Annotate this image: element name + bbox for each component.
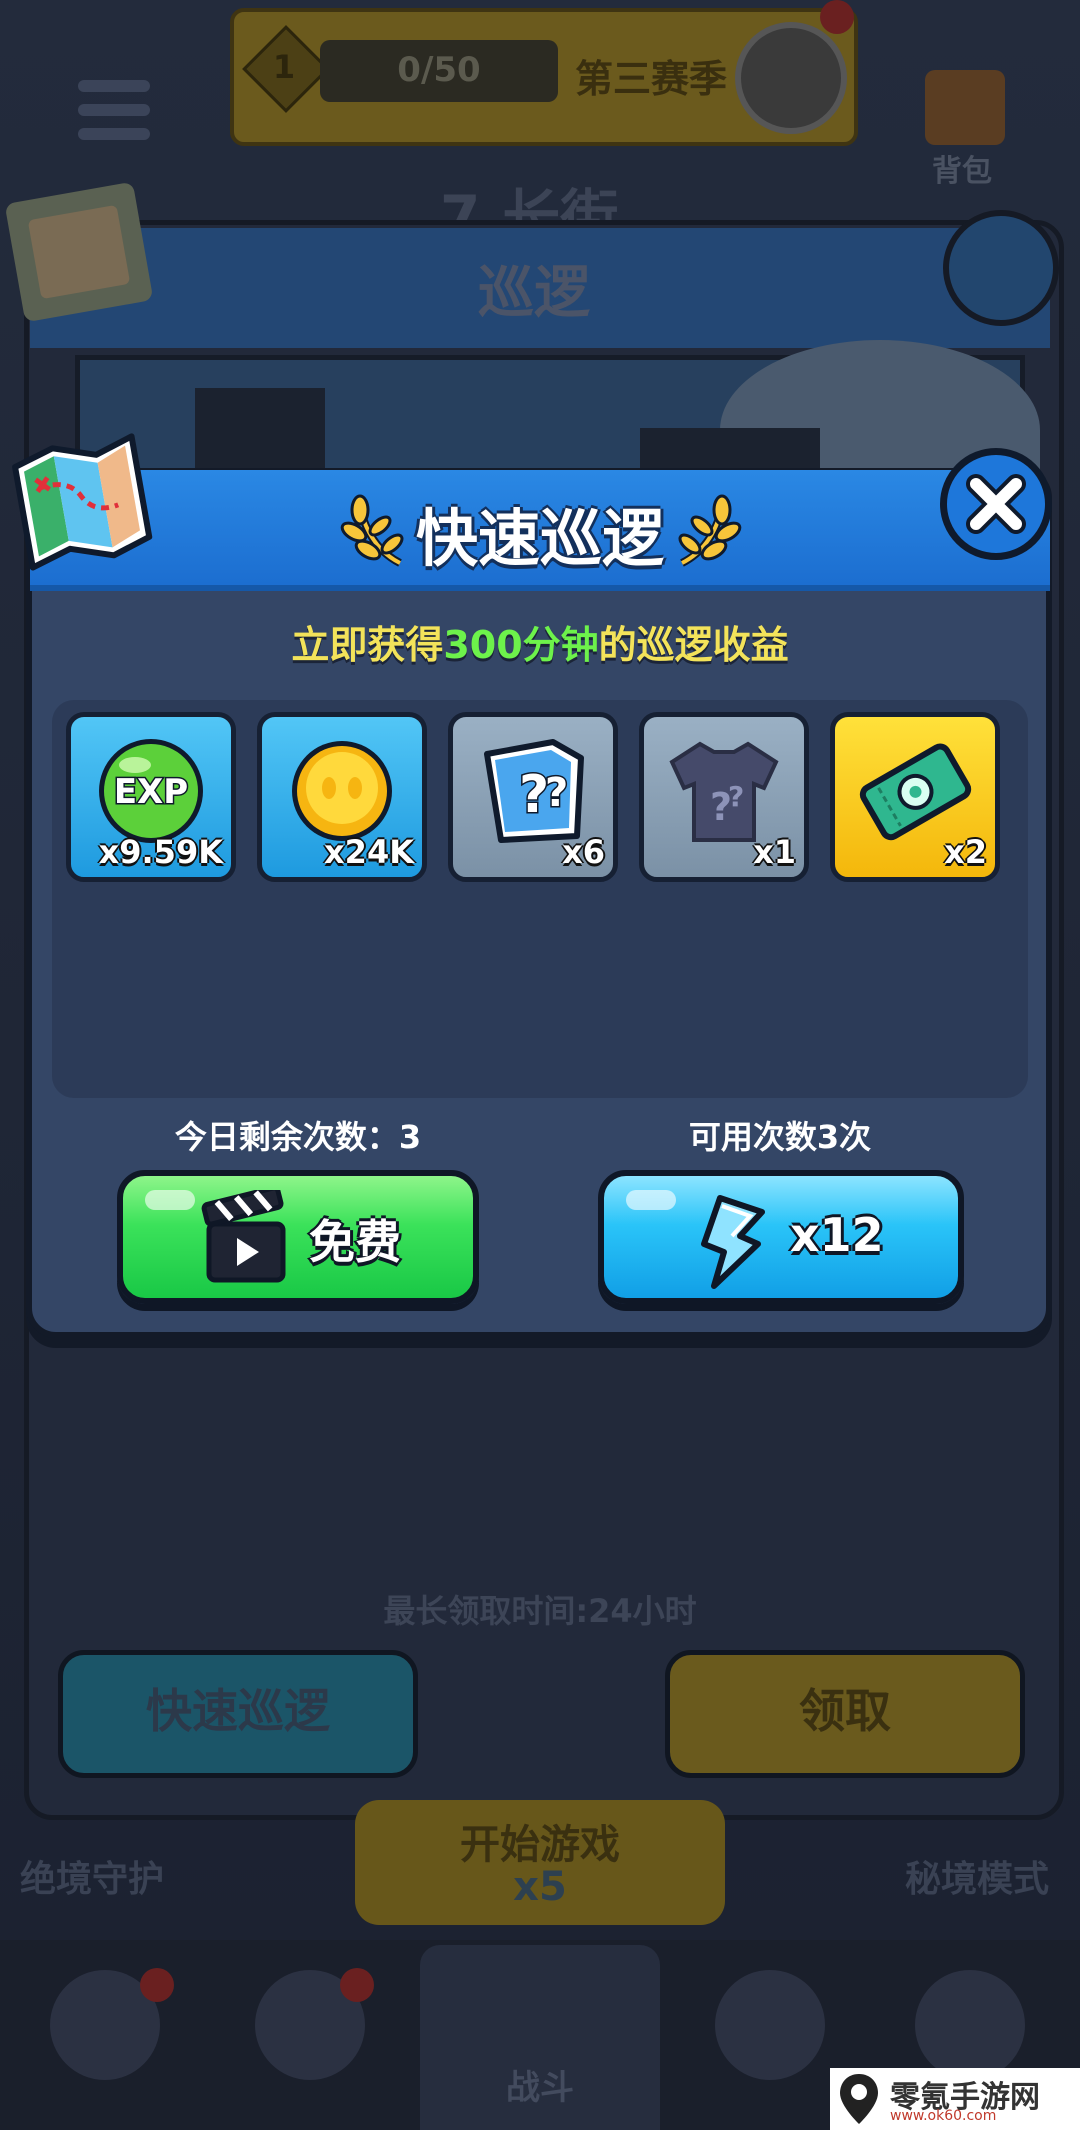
subtitle-suffix: 的巡逻收益 (598, 623, 789, 667)
reward-card-armor[interactable]: ? ? x1 (639, 712, 809, 882)
reward-qty: x1 (753, 833, 796, 871)
notification-dot-icon (820, 0, 854, 34)
remaining-today-text: 今日剩余次数：3 (174, 1118, 422, 1156)
reward-card-coin[interactable]: x24K (257, 712, 427, 882)
season-progress-text: 0/50 (397, 50, 481, 90)
patrol-panel-title: 巡逻 (478, 261, 590, 326)
season-label: 第三赛季 (575, 57, 728, 101)
energy-button-label: x12 (790, 1208, 884, 1262)
button-shine (145, 1190, 195, 1210)
bag-icon[interactable] (925, 70, 1005, 145)
max-claim-time: 最长领取时间:24小时 (383, 1592, 697, 1630)
reward-card-exp[interactable]: EXP x9.59K (66, 712, 236, 882)
reward-card-map[interactable]: ? ? x6 (448, 712, 618, 882)
free-button-label: 免费 (309, 1215, 401, 1269)
available-count-text: 可用次数3次 (688, 1118, 872, 1156)
video-clapper-icon (201, 1190, 286, 1283)
ticket-icon (859, 743, 972, 840)
mystery-map-icon: ? ? (484, 738, 584, 843)
bag-label: 背包 (932, 154, 992, 189)
svg-text:?: ? (728, 780, 744, 813)
reward-qty: x2 (944, 833, 987, 871)
button-shine (626, 1190, 676, 1210)
close-button[interactable] (940, 448, 1052, 560)
quick-patrol-button[interactable]: 快速巡逻 (58, 1650, 418, 1778)
nav-more-icon[interactable] (915, 1970, 1025, 2080)
map-icon-dim (4, 181, 154, 323)
subtitle-prefix: 立即获得 (291, 623, 444, 667)
nav-guild-icon[interactable] (715, 1970, 825, 2080)
treasure-map-icon (12, 433, 153, 571)
claim-label: 领取 (799, 1684, 891, 1738)
nav-battle-label: 战斗 (506, 2068, 574, 2108)
start-game-cost: x5 (513, 1864, 567, 1910)
svg-text:?: ? (545, 770, 568, 816)
level-number: 1 (272, 48, 296, 86)
energy-button[interactable]: x12 (598, 1170, 964, 1304)
reward-card-ticket[interactable]: x2 (830, 712, 1000, 882)
notification-dot-icon (340, 1968, 374, 2002)
reward-qty: x9.59K (98, 833, 223, 871)
reward-qty: x6 (562, 833, 605, 871)
dialog-subtitle: 立即获得300分钟的巡逻收益 (0, 614, 1080, 669)
mode-left-label[interactable]: 绝境守护 (20, 1850, 164, 1902)
mystery-armor-icon: ? ? (669, 741, 779, 842)
svg-text:EXP: EXP (114, 772, 188, 812)
watermark-url: www.ok60.com (890, 2108, 997, 2124)
season-badge-icon[interactable] (735, 22, 847, 134)
gold-coin-icon (292, 740, 392, 841)
laurel-right-icon (678, 494, 742, 567)
patrol-close-button[interactable] (943, 210, 1059, 326)
free-button[interactable]: 免费 (117, 1170, 479, 1304)
mode-right-label[interactable]: 秘境模式 (905, 1850, 1049, 1902)
reward-qty: x24K (324, 833, 414, 871)
energy-bolt-icon (701, 1195, 765, 1289)
quick-patrol-label: 快速巡逻 (146, 1684, 330, 1738)
claim-button[interactable]: 领取 (665, 1650, 1025, 1778)
start-game-label: 开始游戏 (460, 1822, 620, 1868)
watermark-logo-icon (840, 2074, 878, 2124)
dialog-title: 快速巡逻 (415, 502, 664, 575)
close-icon (966, 474, 1026, 534)
subtitle-highlight: 300分钟 (443, 623, 599, 667)
notification-dot-icon (140, 1968, 174, 2002)
menu-icon[interactable] (78, 80, 150, 152)
